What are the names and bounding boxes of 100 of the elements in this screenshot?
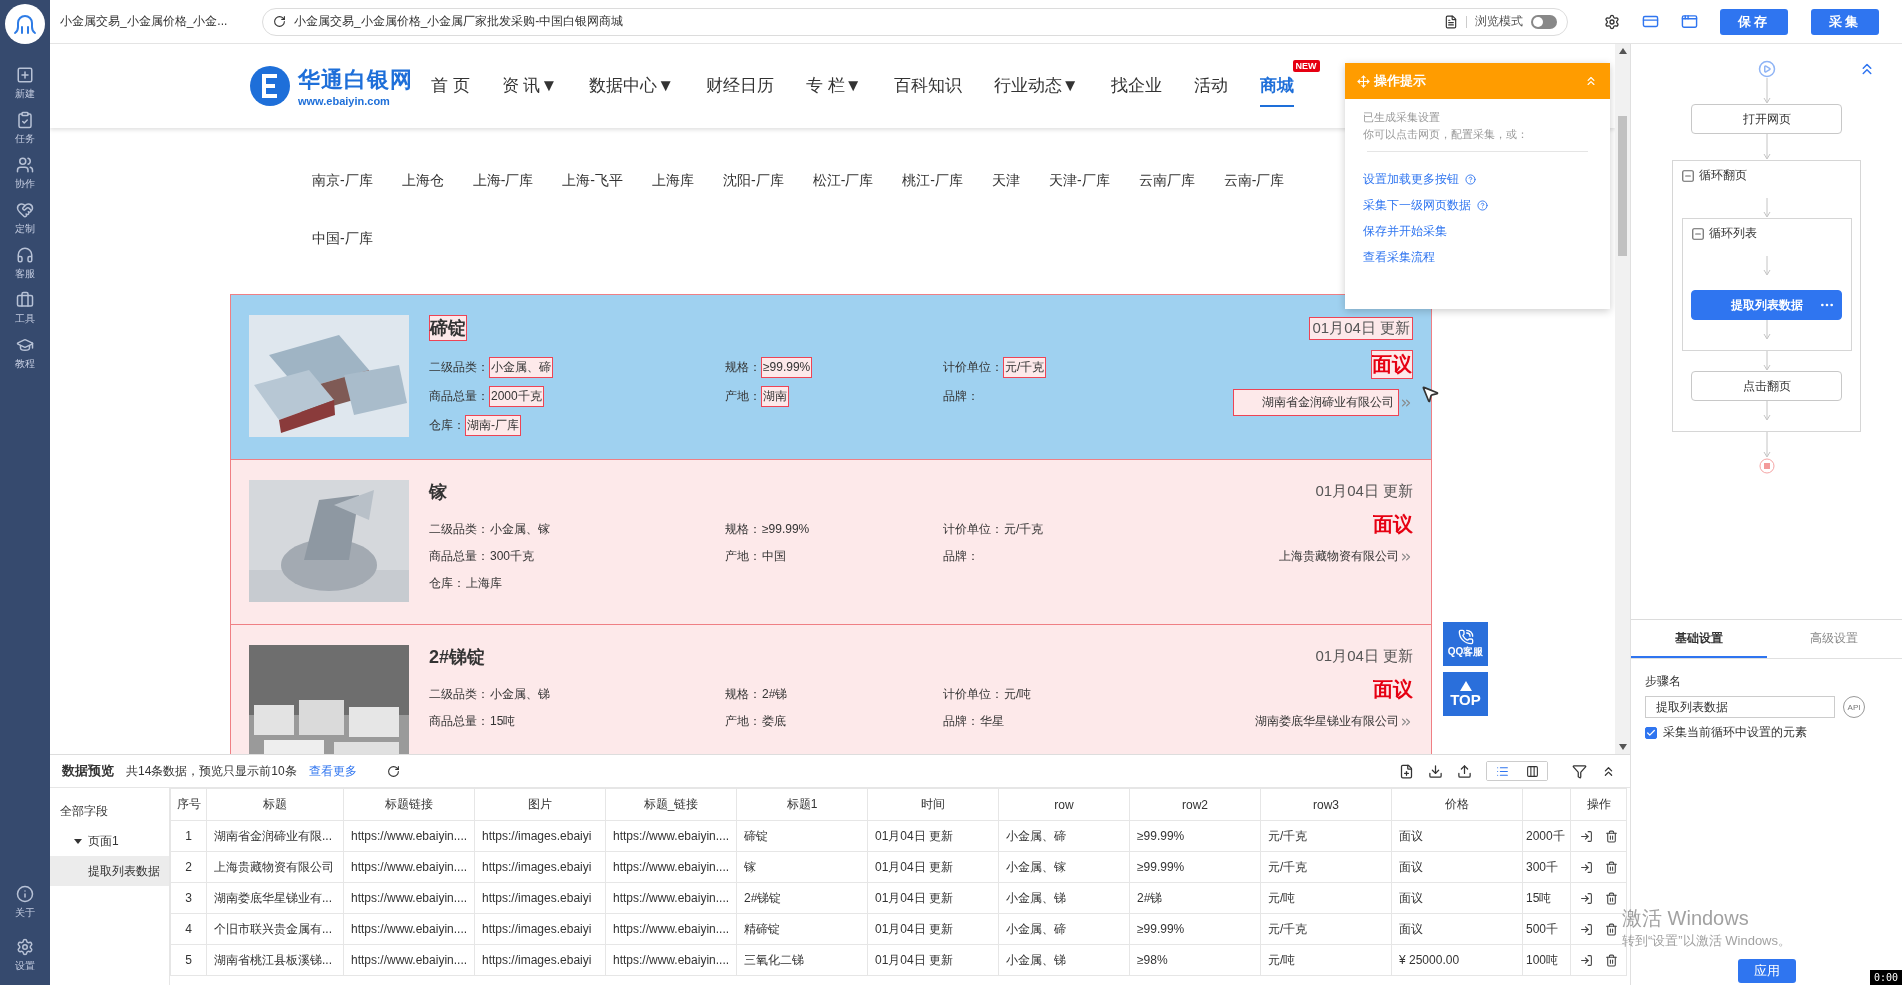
toolbar-button[interactable]: 采集 — [1811, 8, 1879, 35]
app-logo[interactable] — [5, 4, 45, 44]
nav-item[interactable]: 资 讯▼ — [501, 65, 558, 107]
tips-link[interactable]: 保存并开始采集 — [1363, 218, 1592, 244]
help-icon[interactable] — [1465, 173, 1476, 185]
window-icon[interactable] — [1681, 13, 1698, 30]
delete-icon[interactable] — [1604, 891, 1618, 905]
export-icon[interactable] — [1579, 922, 1593, 936]
settings-tab[interactable]: 基础设置 — [1631, 620, 1767, 658]
filter-icon[interactable] — [1572, 763, 1587, 779]
toolbar-button[interactable]: 保存 — [1720, 8, 1788, 35]
export-icon[interactable] — [1579, 953, 1593, 967]
sidebar-item[interactable]: 协作 — [15, 156, 35, 201]
view-toggle[interactable] — [1486, 761, 1548, 781]
product-title[interactable]: 镓 — [429, 480, 447, 504]
scroll-down-icon[interactable] — [1618, 744, 1627, 750]
warehouse-link[interactable]: 中国-厂库 — [312, 226, 373, 250]
company-link[interactable]: 湖南省金润碲业有限公司 — [1233, 389, 1399, 416]
product-title[interactable]: 碲锭 — [429, 315, 467, 341]
document-icon[interactable] — [1444, 14, 1458, 29]
view-more-link[interactable]: 查看更多 — [308, 762, 357, 780]
flow-step[interactable]: 点击翻页 — [1691, 371, 1842, 401]
sidebar-item[interactable]: 教程 — [15, 336, 35, 381]
loop-block[interactable]: 循环列表 提取列表数据 — [1681, 218, 1852, 351]
column-header[interactable]: 操作 — [1570, 788, 1627, 821]
sidebar-item[interactable]: 工具 — [15, 291, 35, 336]
nav-item[interactable]: 财经日历 — [706, 65, 775, 107]
nav-item[interactable]: 找企业 — [1110, 65, 1162, 107]
warehouse-link[interactable]: 沈阳-厂库 — [723, 168, 784, 192]
sidebar-item[interactable]: 任务 — [15, 111, 35, 156]
tips-link[interactable]: 查看采集流程 — [1363, 244, 1592, 270]
sidebar-item[interactable]: 设置 — [15, 938, 35, 983]
scrollbar[interactable] — [1615, 44, 1630, 754]
delete-icon[interactable] — [1604, 922, 1618, 936]
column-header[interactable]: 标题 — [206, 788, 344, 821]
column-header[interactable]: 标题链接 — [343, 788, 475, 821]
sidebar-item[interactable]: 新建 — [15, 66, 35, 111]
export-icon[interactable] — [1579, 829, 1593, 843]
reload-icon[interactable] — [273, 15, 286, 28]
sidebar-item[interactable]: 客服 — [15, 246, 35, 291]
warehouse-link[interactable]: 云南-厂库 — [1223, 168, 1285, 192]
delete-icon[interactable] — [1604, 953, 1618, 967]
customer-service-button[interactable]: QQ客服 — [1443, 622, 1488, 666]
sidebar-item[interactable]: 关于 — [15, 885, 35, 930]
back-to-top-button[interactable]: TOP — [1443, 672, 1488, 716]
tree-item[interactable]: 提取列表数据 — [50, 856, 169, 886]
warehouse-link[interactable]: 上海-飞平 — [562, 168, 623, 192]
scroll-up-icon[interactable] — [1618, 48, 1627, 54]
scrollbar-thumb[interactable] — [1618, 116, 1627, 256]
delete-icon[interactable] — [1604, 860, 1618, 874]
flow-step[interactable]: 打开网页 — [1691, 104, 1842, 134]
warehouse-link[interactable]: 上海仓 — [401, 168, 444, 192]
product-card[interactable]: 镓 二级品类：小金属、镓 规格：≥99.99% 计价单位：元/千克 商品总量：300千克 产地：中国 品牌： 仓库：上海库 01月04日 更新 面议 上海贵藏物资有限公司 — [230, 459, 1432, 625]
warehouse-link[interactable]: 云南厂库 — [1138, 168, 1195, 192]
loop-block[interactable]: 循环翻页 循环列表 提取列表数据 点击翻页 — [1672, 160, 1861, 432]
sidebar-item[interactable]: 定制 — [15, 201, 35, 246]
product-title[interactable]: 2#锑锭 — [429, 645, 486, 669]
flow-step[interactable]: 提取列表数据 — [1691, 290, 1842, 320]
nav-item[interactable]: 百科知识 — [893, 65, 962, 107]
nav-item[interactable]: 行业动态▼ — [993, 65, 1079, 107]
apply-button[interactable]: 应用 — [1737, 959, 1796, 983]
column-header[interactable]: 图片 — [474, 788, 606, 821]
tips-link[interactable]: 设置加载更多按钮 — [1363, 166, 1592, 192]
nav-item[interactable]: 活动 — [1193, 65, 1228, 107]
warehouse-link[interactable]: 天津 — [992, 168, 1021, 192]
caret-icon[interactable] — [74, 837, 82, 845]
column-header[interactable]: 序号 — [170, 788, 207, 821]
card-icon[interactable] — [1642, 13, 1659, 30]
product-card[interactable]: 2#锑锭 二级品类：小金属、锑 规格：2#锑 计价单位：元/吨 商品总量：15吨 产地：娄底 品牌：华星 01月04日 更新 面议 湖南娄底华星锑业有限公司 — [230, 624, 1432, 754]
download-icon[interactable] — [1428, 763, 1443, 779]
delete-icon[interactable] — [1604, 829, 1618, 843]
tips-link[interactable]: 采集下一级网页数据 — [1363, 192, 1592, 218]
nav-item[interactable]: 首 页 — [431, 65, 470, 107]
refresh-icon[interactable] — [386, 764, 400, 778]
settings-icon[interactable] — [1604, 13, 1620, 30]
settings-tab[interactable]: 高级设置 — [1766, 620, 1902, 658]
warehouse-link[interactable]: 天津-厂库 — [1049, 168, 1110, 192]
minus-icon[interactable] — [1690, 226, 1705, 241]
column-header[interactable]: 标题_链接 — [605, 788, 737, 821]
company-link[interactable]: 湖南娄底华星锑业有限公司 — [1255, 713, 1399, 730]
tree-item[interactable]: 页面1 — [50, 826, 169, 856]
nav-item[interactable]: 数据中心▼ — [589, 65, 675, 107]
export-icon[interactable] — [1579, 891, 1593, 905]
column-header[interactable]: 价格 — [1391, 788, 1523, 821]
help-icon[interactable] — [1477, 199, 1488, 211]
toggle-switch[interactable] — [1531, 14, 1557, 29]
column-header[interactable]: row2 — [1129, 788, 1261, 821]
minus-icon[interactable] — [1681, 168, 1695, 183]
warehouse-link[interactable]: 上海-厂库 — [472, 168, 534, 192]
company-link[interactable]: 上海贵藏物资有限公司 — [1279, 548, 1399, 565]
warehouse-link[interactable]: 桃江-厂库 — [902, 168, 964, 192]
step-name-field[interactable]: 提取列表数据 — [1645, 696, 1835, 718]
column-header[interactable]: 时间 — [867, 788, 999, 821]
add-field-icon[interactable] — [1399, 763, 1414, 779]
warehouse-link[interactable]: 南京-厂库 — [312, 168, 373, 192]
column-header[interactable]: 标题1 — [736, 788, 868, 821]
export-icon[interactable] — [1579, 860, 1593, 874]
column-header[interactable]: row — [998, 788, 1130, 821]
warehouse-link[interactable]: 松江-厂库 — [812, 168, 874, 192]
tab-title[interactable]: 小金属交易_小金属价格_小金... — [60, 13, 262, 30]
